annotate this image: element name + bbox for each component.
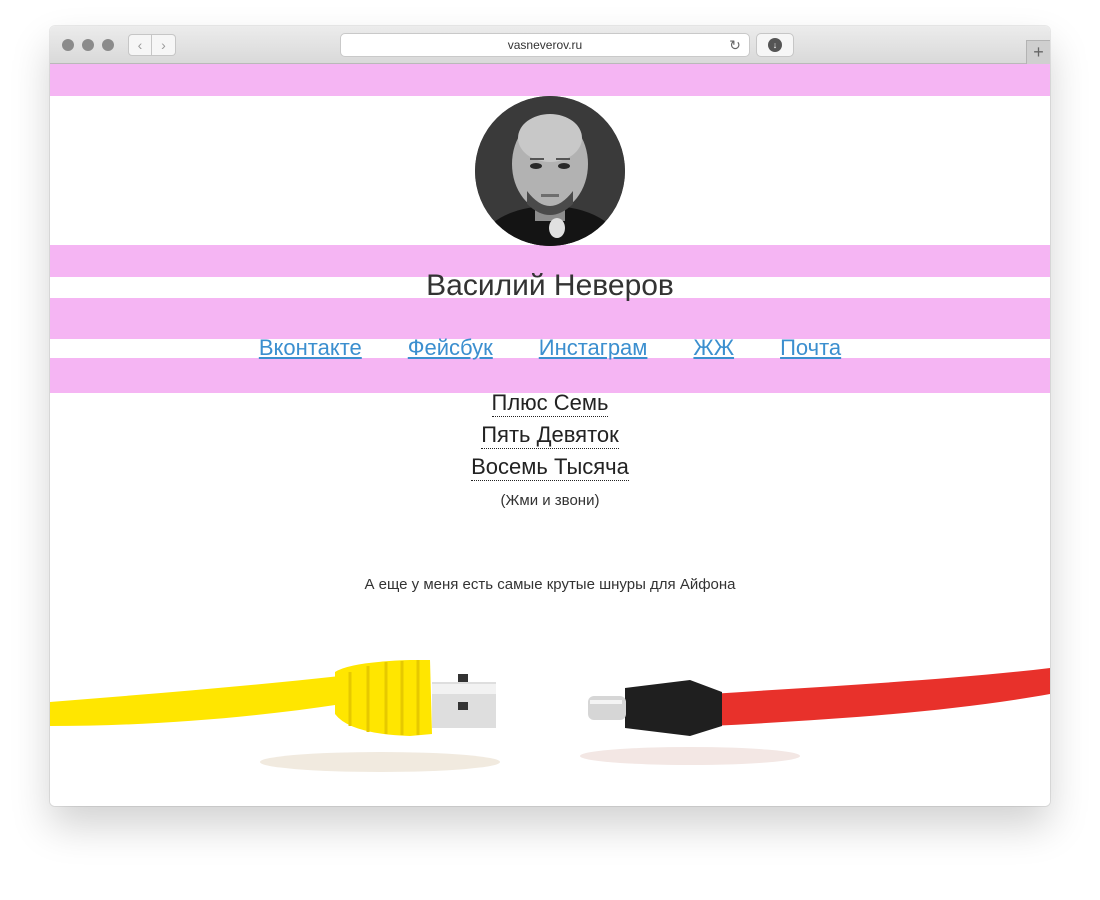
- download-icon: ↓: [768, 38, 782, 52]
- browser-toolbar: ‹ › vasneverov.ru ↻ ↓ +: [50, 26, 1050, 64]
- pink-band: [50, 298, 1050, 339]
- phone-line-1: Плюс Семь: [50, 390, 1050, 417]
- zoom-window-button[interactable]: [102, 39, 114, 51]
- promo-text: А еще у меня есть самые крутые шнуры для…: [364, 576, 736, 593]
- back-button[interactable]: ‹: [128, 34, 152, 56]
- new-tab-button[interactable]: +: [1026, 40, 1050, 64]
- link-instagram[interactable]: Инстаграм: [539, 335, 648, 361]
- link-facebook[interactable]: Фейсбук: [408, 335, 493, 361]
- phone-link-part-1[interactable]: Плюс Семь: [491, 390, 609, 417]
- address-bar[interactable]: vasneverov.ru ↻: [340, 33, 750, 57]
- avatar: [475, 96, 625, 246]
- forward-button[interactable]: ›: [152, 34, 176, 56]
- pink-band: [50, 358, 1050, 393]
- pink-band: [50, 64, 1050, 96]
- plus-icon: +: [1033, 42, 1044, 62]
- forward-icon: ›: [161, 37, 166, 53]
- link-livejournal[interactable]: ЖЖ: [693, 335, 734, 361]
- page-title: Василий Неверов: [426, 269, 674, 302]
- phone-line-3: Восемь Тысяча: [50, 454, 1050, 481]
- link-vkontakte[interactable]: Вконтакте: [259, 335, 362, 361]
- minimize-window-button[interactable]: [82, 39, 94, 51]
- address-text: vasneverov.ru: [507, 38, 583, 52]
- phone-line-2: Пять Девяток: [50, 422, 1050, 449]
- reload-icon[interactable]: ↻: [727, 37, 743, 53]
- call-hint: (Жми и звони): [500, 492, 600, 509]
- social-links: Вконтакте Фейсбук Инстаграм ЖЖ Почта: [50, 335, 1050, 361]
- cables-image: [50, 614, 1050, 806]
- phone-link-part-2[interactable]: Пять Девяток: [481, 422, 619, 449]
- back-icon: ‹: [137, 37, 143, 53]
- portrait-image: [475, 96, 625, 246]
- downloads-button[interactable]: ↓: [756, 33, 794, 57]
- close-window-button[interactable]: [62, 39, 74, 51]
- phone-link-part-3[interactable]: Восемь Тысяча: [471, 454, 629, 481]
- page-content: Василий Неверов Вконтакте Фейсбук Инстаг…: [50, 64, 1050, 806]
- browser-window: ‹ › vasneverov.ru ↻ ↓ + Василий Неверов …: [50, 26, 1050, 806]
- link-mail[interactable]: Почта: [780, 335, 841, 361]
